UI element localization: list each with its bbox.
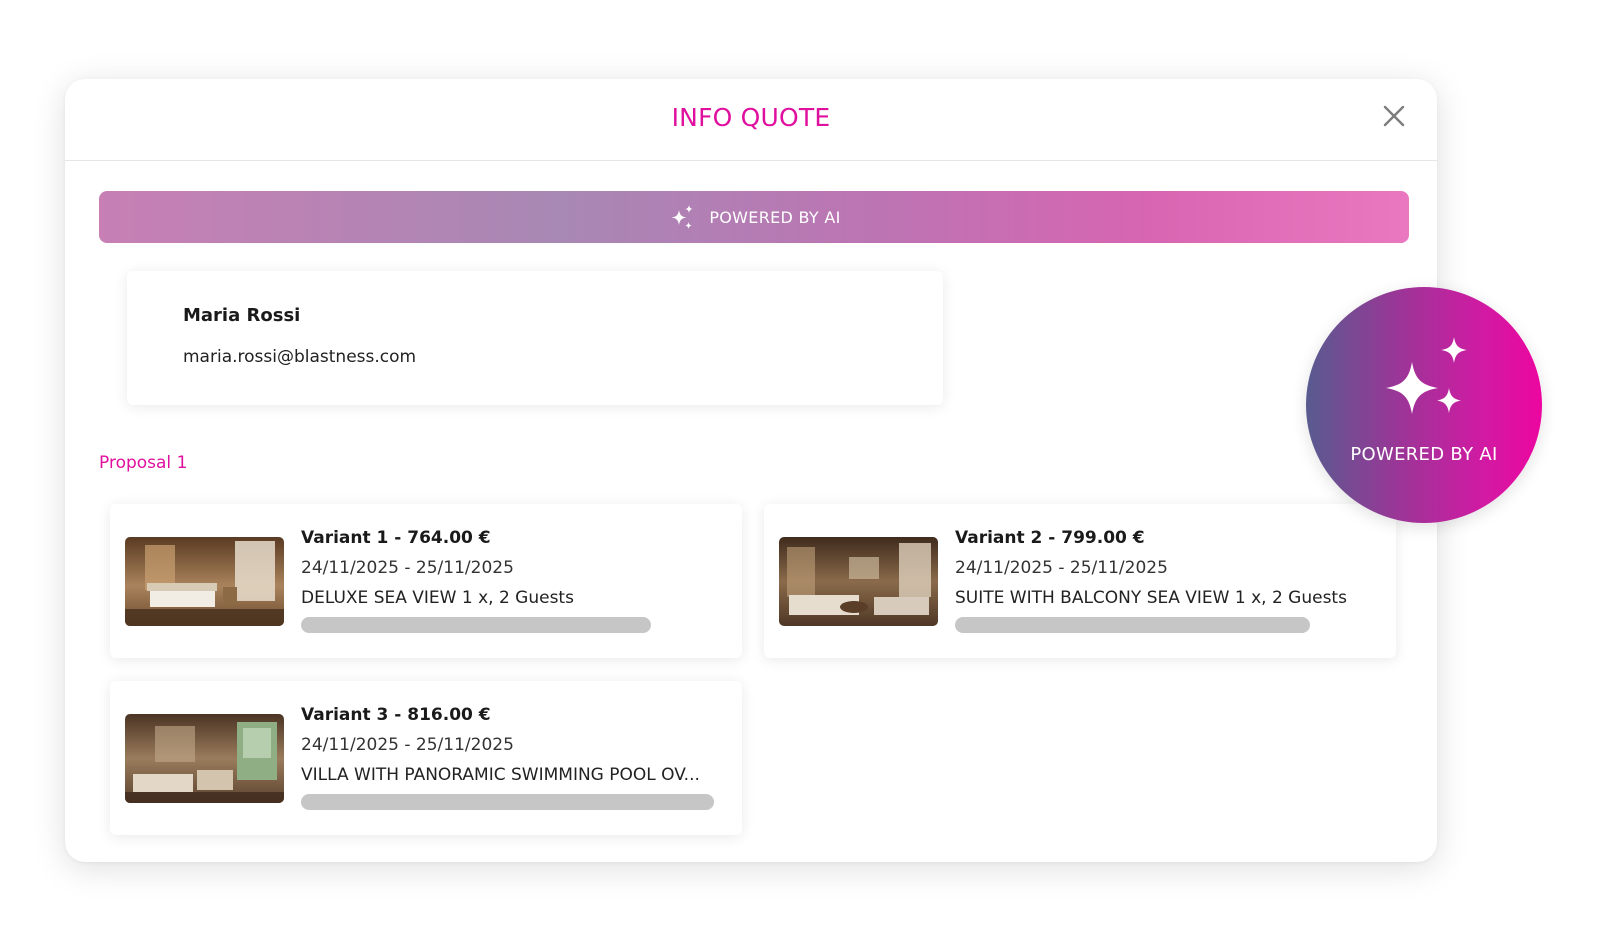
variant-dates: 24/11/2025 - 25/11/2025: [301, 735, 514, 755]
sparkles-icon: [671, 205, 694, 229]
placeholder-bar: [301, 794, 714, 810]
ai-badge: POWERED BY AI: [1306, 287, 1542, 523]
variant-card[interactable]: Variant 1 - 764.00 € 24/11/2025 - 25/11/…: [110, 504, 742, 658]
proposal-label: Proposal 1: [99, 453, 188, 473]
customer-email: maria.rossi@blastness.com: [183, 347, 417, 367]
modal-header: INFO QUOTE: [65, 79, 1437, 161]
info-quote-modal: INFO QUOTE POWERED BY AI Maria Rossi mar…: [65, 79, 1437, 862]
hotel-villa-thumbnail: [125, 714, 284, 803]
modal-title: INFO QUOTE: [671, 103, 831, 132]
ai-banner: POWERED BY AI: [99, 191, 1409, 243]
variant-dates: 24/11/2025 - 25/11/2025: [301, 558, 514, 578]
ai-banner-label: POWERED BY AI: [709, 207, 841, 227]
variant-title: Variant 3 - 816.00 €: [301, 705, 491, 725]
variant-room: DELUXE SEA VIEW 1 x, 2 Guests: [301, 588, 574, 608]
customer-name: Maria Rossi: [183, 305, 301, 326]
variant-title: Variant 2 - 799.00 €: [955, 528, 1145, 548]
ai-badge-label: POWERED BY AI: [1350, 444, 1498, 465]
placeholder-bar: [301, 617, 651, 633]
variant-room: SUITE WITH BALCONY SEA VIEW 1 x, 2 Guest…: [955, 588, 1347, 608]
variant-dates: 24/11/2025 - 25/11/2025: [955, 558, 1168, 578]
placeholder-bar: [955, 617, 1310, 633]
close-icon: [1383, 105, 1405, 127]
hotel-room-thumbnail: [125, 537, 284, 626]
close-button[interactable]: [1379, 101, 1409, 131]
variant-card[interactable]: Variant 2 - 799.00 € 24/11/2025 - 25/11/…: [764, 504, 1396, 658]
hotel-suite-thumbnail: [779, 537, 938, 626]
variant-card[interactable]: Variant 3 - 816.00 € 24/11/2025 - 25/11/…: [110, 681, 742, 835]
variant-room: VILLA WITH PANORAMIC SWIMMING POOL OV...: [301, 765, 700, 785]
variant-title: Variant 1 - 764.00 €: [301, 528, 491, 548]
customer-card: Maria Rossi maria.rossi@blastness.com: [127, 271, 943, 405]
sparkles-icon: [1386, 337, 1467, 414]
